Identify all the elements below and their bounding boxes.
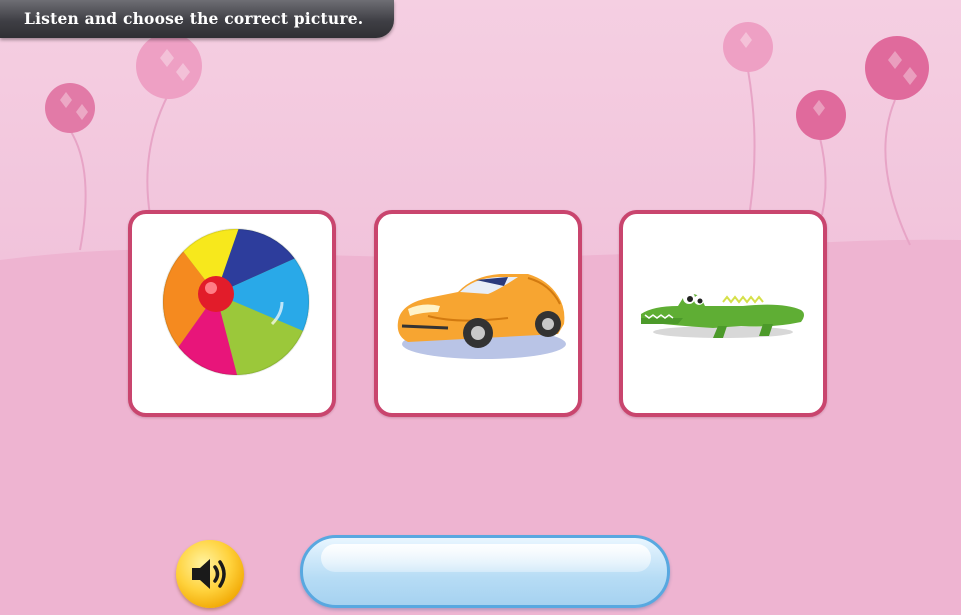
car-icon (397, 274, 566, 359)
play-audio-button[interactable] (176, 540, 244, 608)
instruction-text: Listen and choose the correct picture. (24, 9, 364, 28)
option-card-crocodile[interactable] (619, 210, 827, 417)
instruction-banner: Listen and choose the correct picture. (0, 0, 394, 38)
crocodile-icon (641, 292, 804, 338)
beach-ball-icon (162, 228, 310, 376)
answer-field[interactable] (300, 535, 670, 608)
speaker-icon (192, 559, 226, 589)
option-card-car[interactable] (374, 210, 582, 417)
flower-head (45, 22, 929, 140)
answer-field-gloss (321, 544, 651, 572)
option-card-ball[interactable] (128, 210, 336, 417)
